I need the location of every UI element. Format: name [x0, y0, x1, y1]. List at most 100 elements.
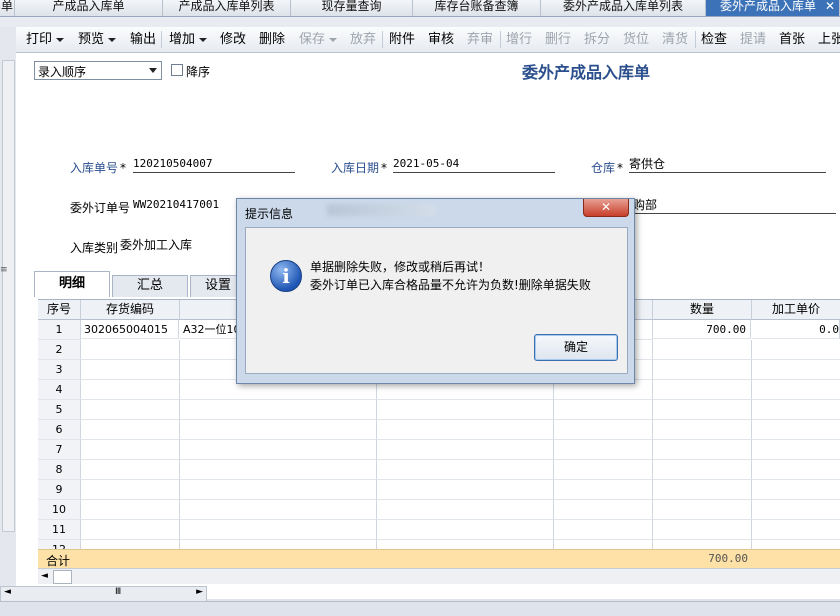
unapprove-button[interactable]: 弃审: [467, 32, 493, 48]
grid-cell[interactable]: [180, 420, 377, 440]
row-number[interactable]: 4: [38, 380, 81, 400]
grid-cell[interactable]: [180, 480, 377, 500]
grid-cell[interactable]: [752, 360, 840, 380]
tab-summary[interactable]: 汇总: [112, 275, 188, 297]
column-header-code[interactable]: 存货编码: [81, 300, 180, 320]
save-button[interactable]: 保存: [299, 32, 338, 48]
grid-cell[interactable]: [81, 440, 180, 460]
grid-cell[interactable]: [653, 340, 752, 360]
grid-cell[interactable]: [81, 360, 180, 380]
clear-goods-button[interactable]: 清货: [662, 32, 688, 48]
tab-truncated[interactable]: 单: [0, 0, 15, 16]
row-number[interactable]: 8: [38, 460, 81, 480]
grid-cell[interactable]: [554, 480, 653, 500]
grid-cell[interactable]: [377, 440, 554, 460]
row-number[interactable]: 10: [38, 500, 81, 520]
tab-outsourced-receipt[interactable]: 委外产成品入库单 ✕: [706, 0, 840, 16]
category-field[interactable]: 委外加工入库: [120, 238, 240, 253]
row-number[interactable]: 1: [38, 320, 81, 340]
delete-button[interactable]: 删除: [259, 32, 285, 48]
grid-cell[interactable]: [752, 520, 840, 540]
add-row-button[interactable]: 增行: [506, 32, 532, 48]
grid-cell[interactable]: [752, 480, 840, 500]
grid-cell[interactable]: [377, 460, 554, 480]
grid-cell[interactable]: [554, 460, 653, 480]
edit-button[interactable]: 修改: [220, 32, 246, 48]
grid-cell[interactable]: [377, 480, 554, 500]
print-button[interactable]: 打印: [26, 32, 65, 48]
department-field[interactable]: 购部: [633, 198, 836, 214]
approve-button[interactable]: 审核: [428, 32, 454, 48]
check-button[interactable]: 检查: [701, 32, 727, 48]
row-number[interactable]: 5: [38, 400, 81, 420]
grid-cell[interactable]: [653, 440, 752, 460]
grid-cell[interactable]: [752, 440, 840, 460]
grid-cell[interactable]: [653, 420, 752, 440]
abandon-button[interactable]: 放弃: [350, 32, 376, 48]
grid-cell[interactable]: [180, 440, 377, 460]
cell-qty[interactable]: 700.00: [653, 320, 751, 339]
splitter-grip-icon[interactable]: ≡: [0, 265, 8, 275]
grid-cell[interactable]: [81, 480, 180, 500]
grid-cell[interactable]: [653, 520, 752, 540]
grid-cell[interactable]: [377, 420, 554, 440]
grid-cell[interactable]: [752, 500, 840, 520]
grid-cell[interactable]: [554, 500, 653, 520]
grid-cell[interactable]: [377, 520, 554, 540]
export-button[interactable]: 输出: [130, 32, 156, 48]
scroll-left-icon[interactable]: ◄: [4, 587, 11, 597]
grid-cell[interactable]: [752, 340, 840, 360]
grid-cell[interactable]: [653, 460, 752, 480]
grid-cell[interactable]: [377, 400, 554, 420]
sort-order-select[interactable]: 录入顺序: [34, 61, 162, 80]
grid-cell[interactable]: [653, 480, 752, 500]
grid-cell[interactable]: [377, 500, 554, 520]
grid-cell[interactable]: [180, 400, 377, 420]
left-scrollbar[interactable]: [2, 60, 15, 532]
panel-horizontal-scrollbar[interactable]: ◄ Ⅲ ►: [0, 586, 207, 602]
row-number[interactable]: 2: [38, 340, 81, 360]
cell-unit-price[interactable]: 0.0: [752, 320, 840, 339]
receipt-no-field[interactable]: 120210504007: [133, 157, 295, 173]
grid-cell[interactable]: [752, 420, 840, 440]
grid-cell[interactable]: [180, 460, 377, 480]
tab-stock-query[interactable]: 现存量查询: [291, 0, 413, 16]
scroll-right-icon[interactable]: ►: [196, 587, 203, 597]
first-record-button[interactable]: 首张: [779, 32, 805, 48]
delete-row-button[interactable]: 删行: [545, 32, 571, 48]
row-number[interactable]: 11: [38, 520, 81, 540]
grid-cell[interactable]: [653, 360, 752, 380]
grid-cell[interactable]: [554, 420, 653, 440]
receipt-date-field[interactable]: 2021-05-04: [393, 157, 555, 173]
grid-cell[interactable]: [180, 500, 377, 520]
tab-detail[interactable]: 明细: [34, 271, 110, 297]
grid-cell[interactable]: [81, 420, 180, 440]
grid-cell[interactable]: [81, 380, 180, 400]
grid-cell[interactable]: [554, 400, 653, 420]
grid-cell[interactable]: [180, 520, 377, 540]
add-button[interactable]: 增加: [169, 32, 208, 48]
descending-checkbox[interactable]: [171, 64, 183, 76]
location-button[interactable]: 货位: [623, 32, 649, 48]
grid-cell[interactable]: [752, 380, 840, 400]
column-header-unit-price[interactable]: 加工单价: [752, 300, 840, 320]
tab-outsourced-receipt-list[interactable]: 委外产成品入库单列表: [541, 0, 706, 16]
tab-stock-ledger[interactable]: 库存台账备查簿: [413, 0, 541, 16]
grid-cell[interactable]: [81, 500, 180, 520]
attachment-button[interactable]: 附件: [389, 32, 415, 48]
row-number[interactable]: 7: [38, 440, 81, 460]
request-button[interactable]: 提请: [740, 32, 766, 48]
ok-button[interactable]: 确定: [534, 334, 618, 361]
scroll-grip-icon[interactable]: Ⅲ: [115, 587, 121, 597]
grid-cell[interactable]: [653, 380, 752, 400]
grid-cell[interactable]: [81, 460, 180, 480]
cell-code[interactable]: 302065004015: [81, 320, 179, 339]
grid-cell[interactable]: [81, 340, 180, 360]
order-no-field[interactable]: WW20210417001: [133, 198, 253, 213]
warehouse-field[interactable]: 寄供仓: [629, 157, 826, 173]
tab-product-receipt[interactable]: 产成品入库单: [15, 0, 163, 16]
grid-cell[interactable]: [653, 500, 752, 520]
row-number[interactable]: 3: [38, 360, 81, 380]
row-number[interactable]: 9: [38, 480, 81, 500]
grid-cell[interactable]: [653, 400, 752, 420]
